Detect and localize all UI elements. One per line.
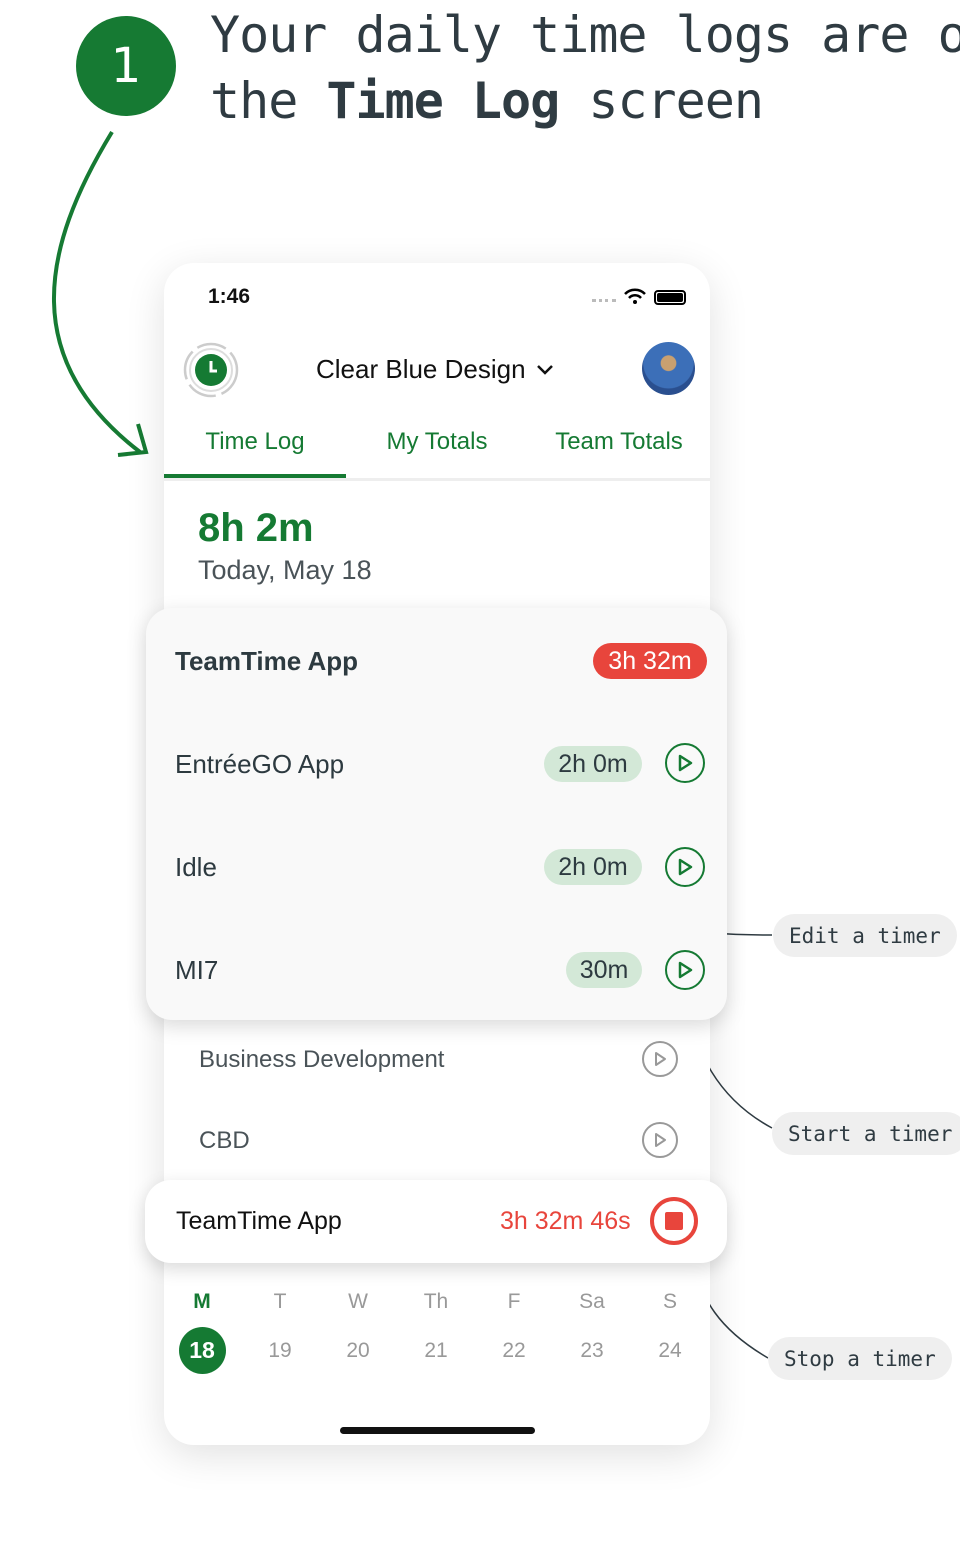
date[interactable]: 23 bbox=[562, 1339, 622, 1363]
workspace-name: Clear Blue Design bbox=[316, 354, 526, 384]
date-selected[interactable]: 18 bbox=[172, 1327, 232, 1374]
day-label: Sa bbox=[579, 1290, 605, 1313]
home-indicator bbox=[340, 1427, 535, 1434]
tab-team-totals[interactable]: Team Totals bbox=[528, 428, 710, 456]
date[interactable]: 21 bbox=[406, 1339, 466, 1363]
date[interactable]: 24 bbox=[640, 1339, 700, 1363]
duration-badge[interactable]: 2h 0m bbox=[544, 849, 642, 885]
project-name[interactable]: EntréeGO App bbox=[175, 749, 344, 780]
tab-my-totals[interactable]: My Totals bbox=[346, 428, 528, 456]
user-avatar[interactable] bbox=[642, 342, 695, 395]
day-label: S bbox=[662, 1290, 677, 1313]
summary-date: Today, May 18 bbox=[198, 555, 372, 585]
daily-total: 8h 2m bbox=[198, 506, 314, 550]
annotation-start-timer: Start a timer bbox=[772, 1112, 960, 1155]
tab-divider bbox=[164, 478, 710, 481]
project-name[interactable]: MI7 bbox=[175, 955, 218, 986]
day-label: W bbox=[348, 1290, 368, 1313]
chevron-down-icon bbox=[536, 364, 553, 375]
day-label: F bbox=[507, 1290, 521, 1313]
step-arrow bbox=[52, 130, 142, 454]
week-day-labels: M T W Th F Sa S bbox=[172, 1290, 700, 1314]
play-icon[interactable] bbox=[642, 1122, 678, 1158]
running-timer-project: TeamTime App bbox=[176, 1207, 342, 1235]
day-label: M bbox=[193, 1290, 211, 1313]
annotation-edit-timer: Edit a timer bbox=[773, 914, 957, 957]
day-label: Th bbox=[423, 1290, 449, 1313]
project-name[interactable]: Business Development bbox=[199, 1046, 444, 1074]
stop-icon bbox=[665, 1212, 683, 1230]
annotation-stop-timer: Stop a timer bbox=[768, 1337, 952, 1380]
date[interactable]: 22 bbox=[484, 1339, 544, 1363]
project-name[interactable]: CBD bbox=[199, 1127, 250, 1155]
project-name[interactable]: Idle bbox=[175, 852, 217, 883]
week-dates: 18 19 20 21 22 23 24 bbox=[172, 1327, 700, 1374]
play-icon[interactable] bbox=[665, 743, 705, 783]
wifi-icon bbox=[624, 288, 646, 304]
play-icon[interactable] bbox=[665, 950, 705, 990]
play-icon[interactable] bbox=[665, 847, 705, 887]
duration-badge[interactable]: 2h 0m bbox=[544, 746, 642, 782]
date-number: 18 bbox=[178, 1327, 226, 1374]
timer-logo-icon[interactable] bbox=[182, 341, 240, 399]
day-label: T bbox=[273, 1290, 287, 1313]
duration-badge[interactable]: 30m bbox=[566, 952, 642, 988]
play-icon[interactable] bbox=[642, 1041, 678, 1077]
running-timer-elapsed: 3h 32m 46s bbox=[500, 1207, 631, 1235]
workspace-selector[interactable]: Clear Blue Design bbox=[316, 354, 554, 385]
status-time: 1:46 bbox=[208, 285, 251, 308]
stop-button[interactable] bbox=[650, 1197, 698, 1245]
battery-icon bbox=[654, 290, 686, 305]
project-name[interactable]: TeamTime App bbox=[175, 646, 358, 677]
tab-time-log[interactable]: Time Log bbox=[164, 428, 346, 456]
date[interactable]: 19 bbox=[250, 1339, 310, 1363]
signal-icon bbox=[592, 299, 616, 302]
date[interactable]: 20 bbox=[328, 1339, 388, 1363]
active-tab-indicator bbox=[164, 474, 346, 478]
running-duration-badge[interactable]: 3h 32m bbox=[593, 643, 707, 679]
